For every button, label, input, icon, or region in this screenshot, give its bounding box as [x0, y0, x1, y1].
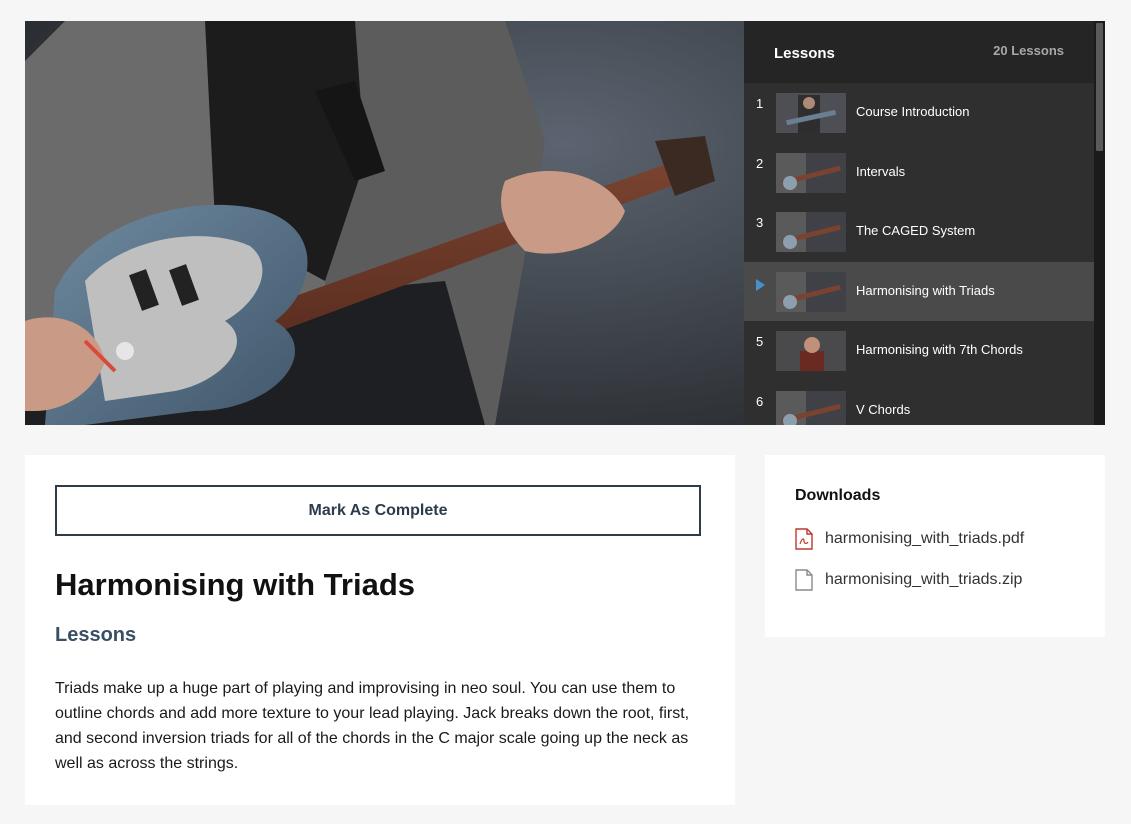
lesson-player: Lessons 20 Lessons 1 Course Introduction… [25, 21, 1105, 425]
lesson-title: Harmonising with 7th Chords [856, 342, 1023, 357]
lesson-title: The CAGED System [856, 223, 976, 238]
lesson-number: 2 [756, 155, 764, 171]
lesson-list: 1 Course Introduction 2 Intervals 3 The … [744, 83, 1094, 425]
downloads-title: Downloads [795, 487, 881, 504]
scrollbar-thumb[interactable] [1096, 23, 1103, 151]
now-playing-icon [756, 278, 765, 291]
lessons-scrollbar[interactable] [1094, 21, 1105, 425]
lesson-title-heading: Harmonising with Triads [55, 567, 415, 602]
download-zip-link[interactable]: harmonising_with_triads.zip [795, 569, 1022, 591]
zip-file-icon [795, 569, 813, 591]
lesson-title: V Chords [856, 401, 911, 417]
download-file-name: harmonising_with_triads.pdf [825, 530, 1025, 547]
mark-complete-button[interactable]: Mark As Complete [55, 485, 701, 536]
downloads-card: Downloads harmonising_with_triads.pdf ha… [765, 455, 1105, 637]
lesson-number: 5 [756, 334, 764, 349]
lesson-title: Intervals [856, 163, 906, 179]
video-player[interactable] [25, 21, 744, 425]
lesson-number: 1 [756, 96, 764, 111]
lesson-item-5[interactable]: 5 Harmonising with 7th Chords [744, 321, 1094, 381]
lesson-thumbnail [776, 212, 846, 252]
lesson-thumbnail [776, 331, 846, 371]
lessons-sidebar: Lessons 20 Lessons 1 Course Introduction… [744, 21, 1105, 425]
download-file-name: harmonising_with_triads.zip [825, 571, 1023, 588]
video-frame-guitarist [25, 21, 744, 425]
lesson-item-6[interactable]: 6 V Chords [744, 380, 1094, 425]
lesson-thumbnail [776, 152, 846, 193]
lesson-thumbnail [776, 390, 846, 425]
lessons-header-title: Lessons [774, 44, 835, 62]
lesson-details-card: Mark As Complete Harmonising with Triads… [25, 455, 735, 805]
pdf-file-icon [795, 528, 813, 550]
lesson-item-3[interactable]: 3 The CAGED System [744, 202, 1094, 262]
lesson-item-2[interactable]: 2 Intervals [744, 142, 1094, 202]
lesson-item-4[interactable]: Harmonising with Triads [744, 261, 1094, 321]
lesson-title: Course Introduction [856, 104, 970, 119]
lessons-header: Lessons 20 Lessons [744, 21, 1105, 83]
lesson-description: Triads make up a huge part of playing an… [55, 680, 690, 772]
lesson-thumbnail [776, 93, 846, 133]
lesson-item-1[interactable]: 1 Course Introduction [744, 83, 1094, 143]
lesson-number: 3 [756, 215, 764, 230]
download-pdf-link[interactable]: harmonising_with_triads.pdf [795, 528, 1024, 550]
lesson-title: Harmonising with Triads [856, 282, 995, 298]
lesson-number: 6 [756, 393, 764, 409]
lessons-count: 20 Lessons [993, 43, 1064, 58]
lesson-subheading: Lessons [55, 624, 137, 646]
lesson-thumbnail [776, 271, 846, 312]
